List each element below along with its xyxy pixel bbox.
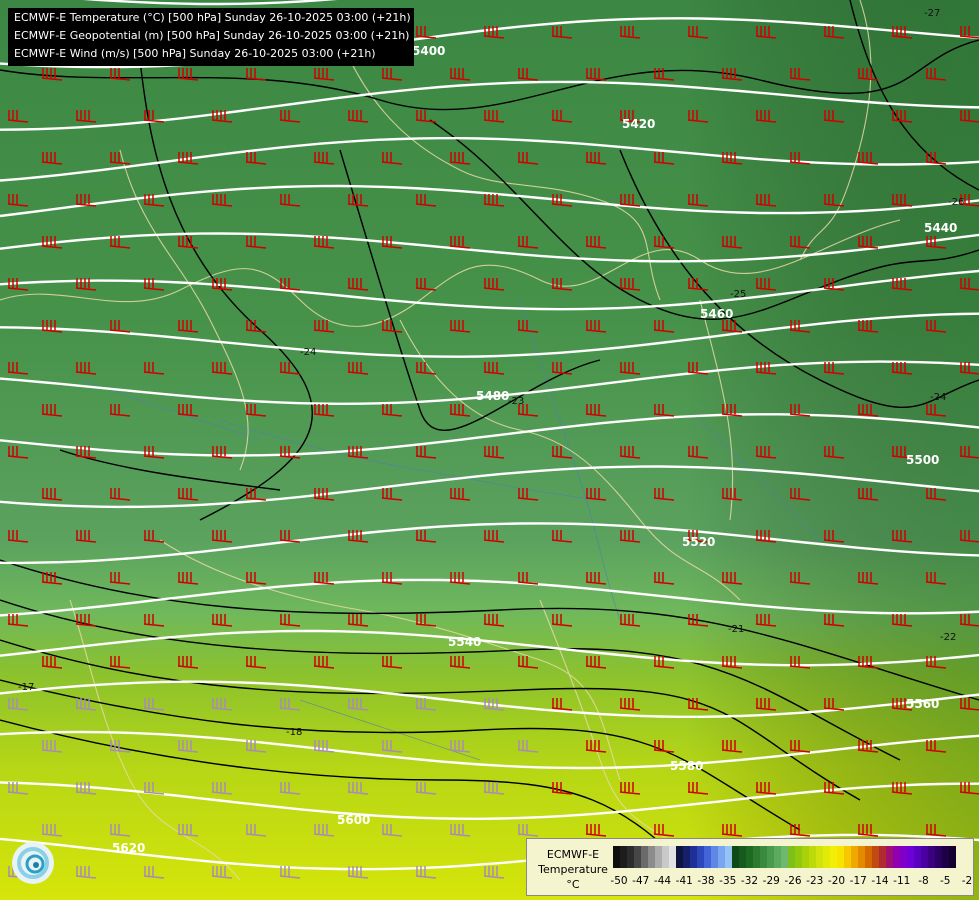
legend-tick-label: -32 (740, 875, 759, 887)
legend-swatch (921, 846, 928, 868)
legend-tick-label: -38 (697, 875, 715, 887)
legend-swatch (900, 846, 907, 868)
legend-swatch (802, 846, 809, 868)
legend-swatch (914, 846, 921, 868)
legend-swatch (928, 846, 935, 868)
legend-swatch (627, 846, 634, 868)
temperature-label: -18 (286, 727, 302, 738)
geopotential-label: 5540 (448, 635, 481, 649)
legend-tick-label: -14 (871, 875, 889, 887)
legend-swatch (879, 846, 886, 868)
geopotential-label: 5520 (682, 535, 715, 549)
geopotential-label: 5620 (112, 841, 145, 855)
temperature-legend: ECMWF-E Temperature °C -50 -47 -44 -41 -38 -3… (526, 838, 974, 896)
geopotential-label: 5440 (924, 221, 957, 235)
legend-swatch (711, 846, 718, 868)
geopotential-label: 5460 (700, 307, 733, 321)
geopotential-label: 5600 (337, 813, 370, 827)
legend-tick-label: -23 (806, 875, 824, 887)
legend-swatch (655, 846, 662, 868)
legend-tick-label: -17 (849, 875, 867, 887)
legend-tick-label: -26 (784, 875, 802, 887)
legend-tick-label: -35 (719, 875, 737, 887)
legend-swatch (893, 846, 900, 868)
legend-swatch (648, 846, 655, 868)
geopotential-label: 5400 (412, 44, 445, 58)
legend-tick-label: -8 (918, 875, 929, 887)
legend-swatch (886, 846, 893, 868)
legend-swatch (704, 846, 711, 868)
legend-swatch (788, 846, 795, 868)
legend-tick-label: -2 (961, 875, 973, 887)
legend-title: ECMWF-E Temperature °C (538, 848, 608, 891)
legend-swatch (830, 846, 837, 868)
geopotential-label: 5420 (622, 117, 655, 131)
legend-swatch (809, 846, 816, 868)
geopotential-label: 5580 (670, 759, 703, 773)
temperature-label: -25 (730, 289, 746, 300)
legend-tick-label: -5 (940, 875, 951, 887)
title-wind: ECMWF-E Wind (m/s) [500 hPa] Sunday 26-1… (14, 47, 376, 60)
legend-swatch (865, 846, 872, 868)
legend-tick-label: -11 (893, 875, 911, 887)
temperature-label: -24 (930, 392, 946, 403)
legend-swatch (620, 846, 627, 868)
map-title-box: ECMWF-E Temperature (°C) [500 hPa] Sunda… (8, 8, 414, 66)
legend-swatch (795, 846, 802, 868)
legend-tick-label: -44 (653, 875, 672, 887)
legend-swatch (858, 846, 865, 868)
legend-tick-label: -20 (827, 875, 846, 887)
geopotential-label: 5560 (906, 697, 939, 711)
legend-swatch (844, 846, 851, 868)
legend-swatch (935, 846, 942, 868)
legend-swatch (662, 846, 669, 868)
legend-swatch (851, 846, 858, 868)
legend-tick-label: -29 (762, 875, 780, 887)
weather-map: 5400 5420 5440 5460 5480 5500 5520 5540 5560 5580… (0, 0, 979, 900)
legend-color-scale (613, 846, 956, 868)
legend-swatch (760, 846, 767, 868)
legend-swatch (634, 846, 641, 868)
legend-swatch (907, 846, 914, 868)
legend-swatch (767, 846, 774, 868)
legend-swatch (949, 846, 956, 868)
legend-swatch (837, 846, 844, 868)
temperature-label: -22 (940, 632, 956, 643)
legend-swatch (676, 846, 683, 868)
legend-swatch (942, 846, 949, 868)
temperature-label: -24 (300, 347, 316, 358)
legend-swatch (823, 846, 830, 868)
legend-swatch (872, 846, 879, 868)
title-temperature: ECMWF-E Temperature (°C) [500 hPa] Sunda… (14, 11, 411, 24)
legend-swatch (739, 846, 746, 868)
geopotential-label: 5480 (476, 389, 509, 403)
legend-swatch (816, 846, 823, 868)
temperature-label: -26 (948, 197, 964, 208)
legend-swatch (725, 846, 732, 868)
temperature-label: -21 (728, 624, 744, 635)
legend-swatch (641, 846, 648, 868)
legend-tick-label: -50 (610, 875, 628, 887)
legend-swatch (718, 846, 725, 868)
legend-swatch (669, 846, 676, 868)
legend-tick-label: -47 (632, 875, 650, 887)
ecmwf-logo-icon (12, 842, 54, 884)
legend-swatch (683, 846, 690, 868)
legend-swatch (746, 846, 753, 868)
legend-swatch (781, 846, 788, 868)
legend-swatch (613, 846, 620, 868)
legend-swatch (732, 846, 739, 868)
legend-swatch (753, 846, 760, 868)
title-geopotential: ECMWF-E Geopotential (m) [500 hPa] Sunda… (14, 29, 410, 42)
legend-tick-label: -41 (675, 875, 693, 887)
legend-swatch (697, 846, 704, 868)
temperature-label: -27 (924, 8, 940, 19)
legend-swatch (774, 846, 781, 868)
legend-swatch (690, 846, 697, 868)
temperature-label: -23 (508, 396, 524, 407)
temperature-label: -17 (18, 682, 34, 693)
geopotential-label: 5500 (906, 453, 939, 467)
